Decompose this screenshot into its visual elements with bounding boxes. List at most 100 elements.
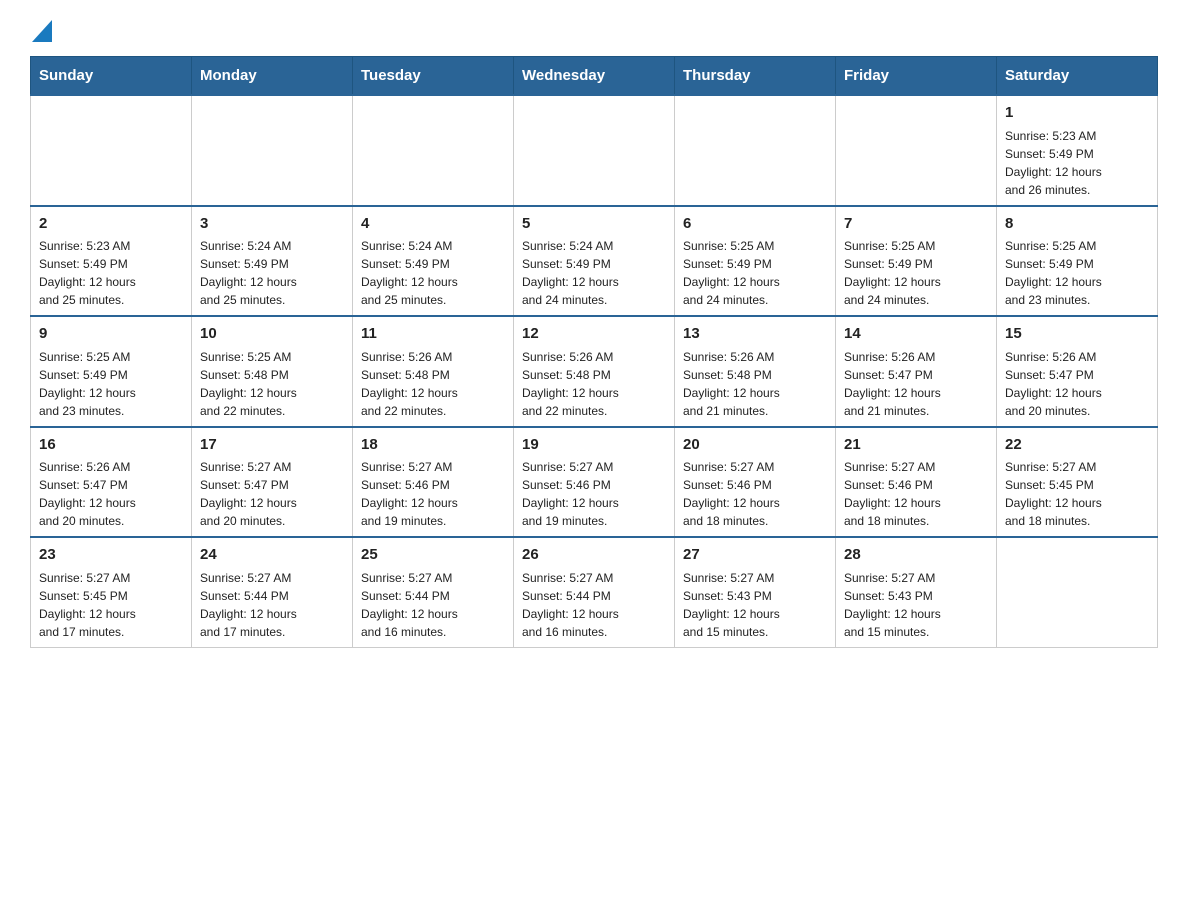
calendar-cell: 14Sunrise: 5:26 AM Sunset: 5:47 PM Dayli… (836, 316, 997, 427)
calendar-cell (353, 95, 514, 206)
day-info: Sunrise: 5:23 AM Sunset: 5:49 PM Dayligh… (1005, 127, 1149, 199)
day-info: Sunrise: 5:27 AM Sunset: 5:46 PM Dayligh… (683, 458, 827, 530)
day-info: Sunrise: 5:27 AM Sunset: 5:44 PM Dayligh… (522, 569, 666, 641)
calendar-table: SundayMondayTuesdayWednesdayThursdayFrid… (30, 56, 1158, 648)
day-info: Sunrise: 5:27 AM Sunset: 5:44 PM Dayligh… (200, 569, 344, 641)
day-info: Sunrise: 5:24 AM Sunset: 5:49 PM Dayligh… (200, 237, 344, 309)
calendar-cell: 3Sunrise: 5:24 AM Sunset: 5:49 PM Daylig… (192, 206, 353, 317)
logo-triangle-icon (32, 20, 52, 42)
day-info: Sunrise: 5:27 AM Sunset: 5:43 PM Dayligh… (683, 569, 827, 641)
day-number: 13 (683, 323, 827, 346)
weekday-header-wednesday: Wednesday (514, 57, 675, 96)
day-info: Sunrise: 5:23 AM Sunset: 5:49 PM Dayligh… (39, 237, 183, 309)
calendar-cell: 24Sunrise: 5:27 AM Sunset: 5:44 PM Dayli… (192, 537, 353, 647)
day-number: 15 (1005, 323, 1149, 346)
page-header (30, 20, 1158, 36)
day-info: Sunrise: 5:27 AM Sunset: 5:46 PM Dayligh… (844, 458, 988, 530)
day-info: Sunrise: 5:26 AM Sunset: 5:48 PM Dayligh… (522, 348, 666, 420)
calendar-cell: 1Sunrise: 5:23 AM Sunset: 5:49 PM Daylig… (997, 95, 1158, 206)
calendar-cell: 22Sunrise: 5:27 AM Sunset: 5:45 PM Dayli… (997, 427, 1158, 538)
calendar-cell (675, 95, 836, 206)
calendar-cell: 19Sunrise: 5:27 AM Sunset: 5:46 PM Dayli… (514, 427, 675, 538)
calendar-cell: 16Sunrise: 5:26 AM Sunset: 5:47 PM Dayli… (31, 427, 192, 538)
day-number: 22 (1005, 434, 1149, 457)
calendar-cell: 2Sunrise: 5:23 AM Sunset: 5:49 PM Daylig… (31, 206, 192, 317)
weekday-header-friday: Friday (836, 57, 997, 96)
day-info: Sunrise: 5:25 AM Sunset: 5:49 PM Dayligh… (1005, 237, 1149, 309)
day-number: 20 (683, 434, 827, 457)
day-number: 9 (39, 323, 183, 346)
day-number: 16 (39, 434, 183, 457)
weekday-header-monday: Monday (192, 57, 353, 96)
day-number: 1 (1005, 102, 1149, 125)
day-number: 27 (683, 544, 827, 567)
day-info: Sunrise: 5:24 AM Sunset: 5:49 PM Dayligh… (361, 237, 505, 309)
day-number: 14 (844, 323, 988, 346)
day-number: 24 (200, 544, 344, 567)
calendar-cell (31, 95, 192, 206)
calendar-week-row: 2Sunrise: 5:23 AM Sunset: 5:49 PM Daylig… (31, 206, 1158, 317)
day-number: 26 (522, 544, 666, 567)
weekday-header-row: SundayMondayTuesdayWednesdayThursdayFrid… (31, 57, 1158, 96)
calendar-cell: 5Sunrise: 5:24 AM Sunset: 5:49 PM Daylig… (514, 206, 675, 317)
calendar-week-row: 9Sunrise: 5:25 AM Sunset: 5:49 PM Daylig… (31, 316, 1158, 427)
weekday-header-saturday: Saturday (997, 57, 1158, 96)
day-info: Sunrise: 5:25 AM Sunset: 5:48 PM Dayligh… (200, 348, 344, 420)
day-info: Sunrise: 5:27 AM Sunset: 5:43 PM Dayligh… (844, 569, 988, 641)
day-number: 21 (844, 434, 988, 457)
calendar-cell (836, 95, 997, 206)
day-info: Sunrise: 5:27 AM Sunset: 5:45 PM Dayligh… (1005, 458, 1149, 530)
day-number: 7 (844, 213, 988, 236)
day-number: 28 (844, 544, 988, 567)
day-info: Sunrise: 5:27 AM Sunset: 5:46 PM Dayligh… (361, 458, 505, 530)
calendar-cell: 23Sunrise: 5:27 AM Sunset: 5:45 PM Dayli… (31, 537, 192, 647)
calendar-cell: 27Sunrise: 5:27 AM Sunset: 5:43 PM Dayli… (675, 537, 836, 647)
day-info: Sunrise: 5:26 AM Sunset: 5:48 PM Dayligh… (361, 348, 505, 420)
day-number: 11 (361, 323, 505, 346)
day-number: 12 (522, 323, 666, 346)
calendar-cell: 15Sunrise: 5:26 AM Sunset: 5:47 PM Dayli… (997, 316, 1158, 427)
day-info: Sunrise: 5:27 AM Sunset: 5:47 PM Dayligh… (200, 458, 344, 530)
day-number: 5 (522, 213, 666, 236)
weekday-header-thursday: Thursday (675, 57, 836, 96)
day-number: 18 (361, 434, 505, 457)
calendar-cell: 13Sunrise: 5:26 AM Sunset: 5:48 PM Dayli… (675, 316, 836, 427)
calendar-cell: 7Sunrise: 5:25 AM Sunset: 5:49 PM Daylig… (836, 206, 997, 317)
weekday-header-tuesday: Tuesday (353, 57, 514, 96)
day-info: Sunrise: 5:27 AM Sunset: 5:44 PM Dayligh… (361, 569, 505, 641)
calendar-cell: 11Sunrise: 5:26 AM Sunset: 5:48 PM Dayli… (353, 316, 514, 427)
calendar-cell (997, 537, 1158, 647)
calendar-cell (192, 95, 353, 206)
calendar-cell: 17Sunrise: 5:27 AM Sunset: 5:47 PM Dayli… (192, 427, 353, 538)
day-number: 6 (683, 213, 827, 236)
logo (30, 20, 52, 36)
day-info: Sunrise: 5:26 AM Sunset: 5:47 PM Dayligh… (1005, 348, 1149, 420)
calendar-cell (514, 95, 675, 206)
calendar-week-row: 23Sunrise: 5:27 AM Sunset: 5:45 PM Dayli… (31, 537, 1158, 647)
calendar-cell: 21Sunrise: 5:27 AM Sunset: 5:46 PM Dayli… (836, 427, 997, 538)
day-number: 3 (200, 213, 344, 236)
day-info: Sunrise: 5:24 AM Sunset: 5:49 PM Dayligh… (522, 237, 666, 309)
day-info: Sunrise: 5:26 AM Sunset: 5:47 PM Dayligh… (39, 458, 183, 530)
day-info: Sunrise: 5:27 AM Sunset: 5:46 PM Dayligh… (522, 458, 666, 530)
calendar-cell: 26Sunrise: 5:27 AM Sunset: 5:44 PM Dayli… (514, 537, 675, 647)
day-info: Sunrise: 5:27 AM Sunset: 5:45 PM Dayligh… (39, 569, 183, 641)
calendar-cell: 4Sunrise: 5:24 AM Sunset: 5:49 PM Daylig… (353, 206, 514, 317)
day-number: 4 (361, 213, 505, 236)
calendar-cell: 8Sunrise: 5:25 AM Sunset: 5:49 PM Daylig… (997, 206, 1158, 317)
calendar-cell: 20Sunrise: 5:27 AM Sunset: 5:46 PM Dayli… (675, 427, 836, 538)
calendar-week-row: 16Sunrise: 5:26 AM Sunset: 5:47 PM Dayli… (31, 427, 1158, 538)
calendar-cell: 28Sunrise: 5:27 AM Sunset: 5:43 PM Dayli… (836, 537, 997, 647)
day-number: 8 (1005, 213, 1149, 236)
weekday-header-sunday: Sunday (31, 57, 192, 96)
calendar-cell: 18Sunrise: 5:27 AM Sunset: 5:46 PM Dayli… (353, 427, 514, 538)
calendar-cell: 6Sunrise: 5:25 AM Sunset: 5:49 PM Daylig… (675, 206, 836, 317)
calendar-cell: 12Sunrise: 5:26 AM Sunset: 5:48 PM Dayli… (514, 316, 675, 427)
day-number: 23 (39, 544, 183, 567)
day-number: 17 (200, 434, 344, 457)
calendar-cell: 10Sunrise: 5:25 AM Sunset: 5:48 PM Dayli… (192, 316, 353, 427)
day-info: Sunrise: 5:25 AM Sunset: 5:49 PM Dayligh… (683, 237, 827, 309)
calendar-cell: 25Sunrise: 5:27 AM Sunset: 5:44 PM Dayli… (353, 537, 514, 647)
calendar-week-row: 1Sunrise: 5:23 AM Sunset: 5:49 PM Daylig… (31, 95, 1158, 206)
calendar-cell: 9Sunrise: 5:25 AM Sunset: 5:49 PM Daylig… (31, 316, 192, 427)
